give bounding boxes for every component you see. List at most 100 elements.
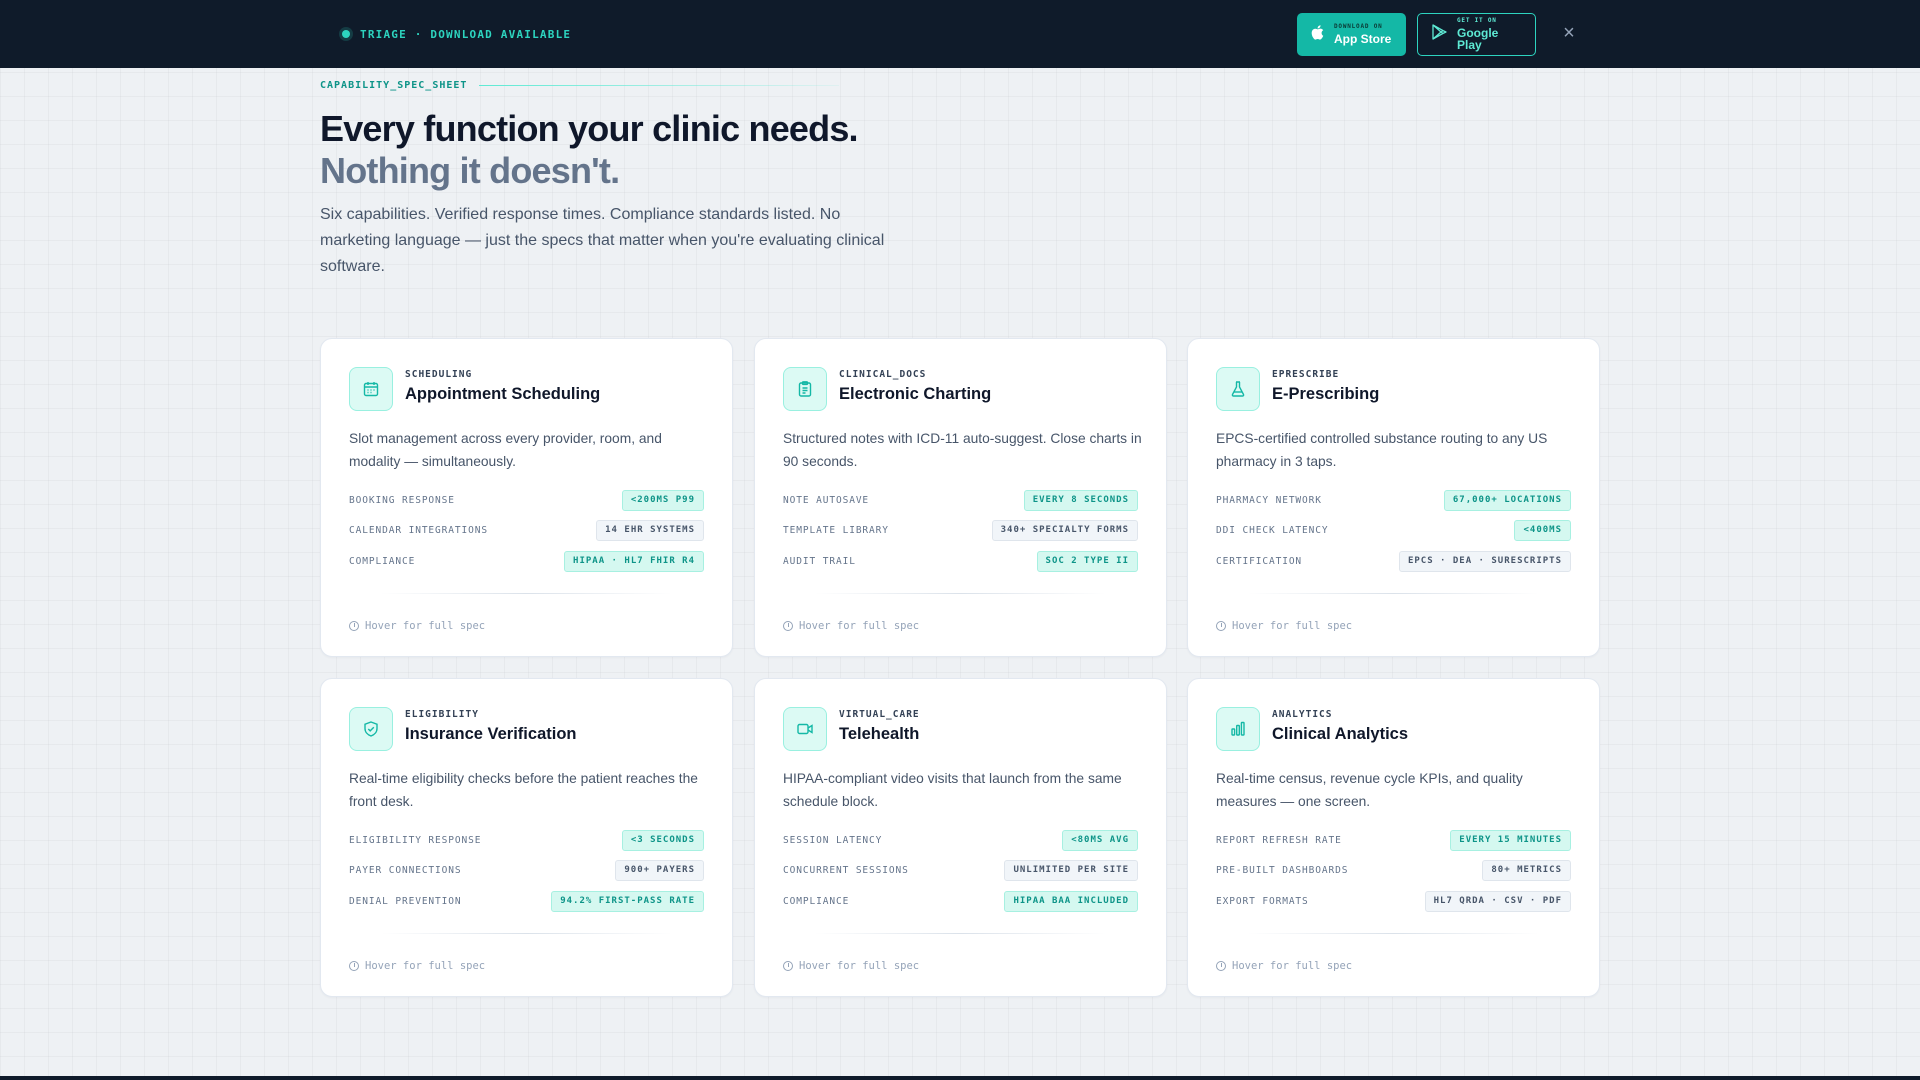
spec-row: PAYER CONNECTIONS 900+ PAYERS — [349, 858, 704, 882]
close-banner-icon[interactable]: × — [1558, 22, 1580, 44]
capability-card-virtual-care[interactable]: VIRTUAL_CARE Telehealth HIPAA-compliant vi… — [754, 678, 1167, 997]
spec-value-badge: HL7 QRDA · CSV · PDF — [1424, 890, 1571, 912]
capability-card-eligibility[interactable]: ELIGIBILITY Insurance Verification Real-ti… — [320, 678, 733, 997]
full-spec-hint[interactable]: Hover for full spec — [349, 960, 485, 972]
spec-value-badge: EVERY 8 SECONDS — [1023, 489, 1138, 511]
spec-key: PAYER CONNECTIONS — [349, 864, 462, 876]
spec-key: TEMPLATE LIBRARY — [783, 524, 889, 536]
card-divider — [815, 593, 1106, 594]
spec-value-badge: 67,000+ LOCATIONS — [1443, 489, 1571, 511]
full-spec-hint[interactable]: Hover for full spec — [1216, 960, 1352, 972]
spec-row: REPORT REFRESH RATE EVERY 15 MINUTES — [1216, 828, 1571, 852]
video-icon — [783, 707, 827, 751]
full-spec-hint[interactable]: Hover for full spec — [1216, 620, 1352, 632]
spec-row: DDI CHECK LATENCY <400MS — [1216, 518, 1571, 542]
shield-check-icon — [349, 707, 393, 751]
capability-card-eprescribe[interactable]: EPRESCRIBE E-Prescribing EPCS-certified co… — [1187, 338, 1600, 657]
section-eyebrow: CAPABILITY_SPEC_SHEET — [320, 80, 840, 91]
spec-key: SESSION LATENCY — [783, 834, 883, 846]
bar-chart-icon — [1216, 707, 1260, 751]
card-title: Telehealth — [839, 725, 920, 743]
status-dot-icon — [342, 30, 350, 38]
page-title-line1: Every function your clinic needs. — [320, 108, 859, 149]
spec-key: DDI CHECK LATENCY — [1216, 524, 1329, 536]
full-spec-label: Hover for full spec — [1232, 960, 1353, 972]
spec-key: COMPLIANCE — [783, 895, 850, 907]
spec-row: AUDIT TRAIL SOC 2 TYPE II — [783, 549, 1138, 573]
card-tag: ANALYTICS — [1272, 709, 1333, 720]
full-spec-hint[interactable]: Hover for full spec — [783, 620, 919, 632]
eyebrow-label: CAPABILITY_SPEC_SHEET — [320, 80, 468, 91]
spec-key: NOTE AUTOSAVE — [783, 494, 870, 506]
spec-key: CONCURRENT SESSIONS — [783, 864, 909, 876]
google-play-small: GET IT ON — [1457, 17, 1497, 24]
card-divider — [381, 933, 672, 934]
spec-value-badge: <200MS P99 — [621, 489, 704, 511]
spec-row: ELIGIBILITY RESPONSE <3 SECONDS — [349, 828, 704, 852]
capability-card-scheduling[interactable]: SCHEDULING Appointment Scheduling Slot man… — [320, 338, 733, 657]
card-divider — [1248, 933, 1539, 934]
flask-icon — [1216, 367, 1260, 411]
capability-card-analytics[interactable]: ANALYTICS Clinical Analytics Real-time cen… — [1187, 678, 1600, 997]
google-play-label: Google Play — [1457, 26, 1499, 52]
clock-icon — [783, 621, 793, 631]
spec-row: CERTIFICATION EPCS · DEA · SURESCRIPTS — [1216, 549, 1571, 573]
spec-row: NOTE AUTOSAVE EVERY 8 SECONDS — [783, 488, 1138, 512]
google-play-button[interactable]: GET IT ON Google Play — [1417, 13, 1536, 56]
spec-value-badge: 14 EHR SYSTEMS — [596, 519, 704, 541]
spec-row: DENIAL PREVENTION 94.2% FIRST-PASS RATE — [349, 889, 704, 913]
full-spec-label: Hover for full spec — [365, 960, 486, 972]
card-description: Real-time census, revenue cycle KPIs, an… — [1216, 771, 1523, 809]
card-description: EPCS-certified controlled substance rout… — [1216, 431, 1548, 469]
bottom-edge — [0, 1076, 1920, 1080]
full-spec-hint[interactable]: Hover for full spec — [783, 960, 919, 972]
spec-key: PRE-BUILT DASHBOARDS — [1216, 864, 1349, 876]
spec-value-badge: 94.2% FIRST-PASS RATE — [551, 890, 704, 912]
card-tag: SCHEDULING — [405, 369, 473, 380]
spec-row: EXPORT FORMATS HL7 QRDA · CSV · PDF — [1216, 889, 1571, 913]
capability-card-clinical-docs[interactable]: CLINICAL_DOCS Electronic Charting Structur… — [754, 338, 1167, 657]
card-tag: VIRTUAL_CARE — [839, 709, 920, 720]
spec-key: CALENDAR INTEGRATIONS — [349, 524, 489, 536]
card-description: HIPAA-compliant video visits that launch… — [783, 771, 1122, 809]
spec-row: PRE-BUILT DASHBOARDS 80+ METRICS — [1216, 858, 1571, 882]
page-lead: Six capabilities. Verified response time… — [320, 206, 885, 275]
spec-value-badge: HIPAA · HL7 FHIR R4 — [564, 550, 704, 572]
spec-value-badge: <80MS AVG — [1062, 829, 1138, 851]
spec-key: DENIAL PREVENTION — [349, 895, 462, 907]
spec-key: EXPORT FORMATS — [1216, 895, 1309, 907]
spec-row: TEMPLATE LIBRARY 340+ SPECIALTY FORMS — [783, 518, 1138, 542]
spec-key: ELIGIBILITY RESPONSE — [349, 834, 482, 846]
spec-value-badge: 340+ SPECIALTY FORMS — [991, 519, 1138, 541]
card-title: Appointment Scheduling — [405, 385, 601, 403]
banner-label: TRIAGE · DOWNLOAD AVAILABLE — [360, 27, 572, 41]
spec-key: BOOKING RESPONSE — [349, 494, 455, 506]
download-banner: TRIAGE · DOWNLOAD AVAILABLE DOWNLOAD ON … — [0, 0, 1920, 68]
card-tag: CLINICAL_DOCS — [839, 369, 927, 380]
play-icon — [1432, 24, 1447, 45]
full-spec-hint[interactable]: Hover for full spec — [349, 620, 485, 632]
apple-icon — [1311, 24, 1324, 45]
spec-value-badge: 900+ PAYERS — [615, 859, 704, 881]
app-store-label: App Store — [1334, 32, 1392, 46]
clock-icon — [1216, 961, 1226, 971]
spec-value-badge: EVERY 15 MINUTES — [1450, 829, 1571, 851]
card-description: Real-time eligibility checks before the … — [349, 771, 698, 809]
spec-value-badge: 80+ METRICS — [1482, 859, 1571, 881]
spec-row: SESSION LATENCY <80MS AVG — [783, 828, 1138, 852]
spec-row: CALENDAR INTEGRATIONS 14 EHR SYSTEMS — [349, 518, 704, 542]
spec-key: COMPLIANCE — [349, 555, 416, 567]
eyebrow-divider — [479, 85, 840, 86]
spec-row: COMPLIANCE HIPAA BAA INCLUDED — [783, 889, 1138, 913]
card-description: Slot management across every provider, r… — [349, 431, 662, 469]
spec-value-badge: <400MS — [1514, 519, 1571, 541]
app-store-small: DOWNLOAD ON — [1334, 23, 1383, 30]
card-tag: ELIGIBILITY — [405, 709, 479, 720]
spec-value-badge: HIPAA BAA INCLUDED — [1004, 890, 1138, 912]
spec-value-badge: EPCS · DEA · SURESCRIPTS — [1398, 550, 1571, 572]
card-title: Electronic Charting — [839, 385, 992, 403]
app-store-button[interactable]: DOWNLOAD ON App Store — [1297, 13, 1406, 56]
card-divider — [815, 933, 1106, 934]
page-title-line2: Nothing it doesn't. — [320, 150, 620, 191]
spec-key: CERTIFICATION — [1216, 555, 1303, 567]
